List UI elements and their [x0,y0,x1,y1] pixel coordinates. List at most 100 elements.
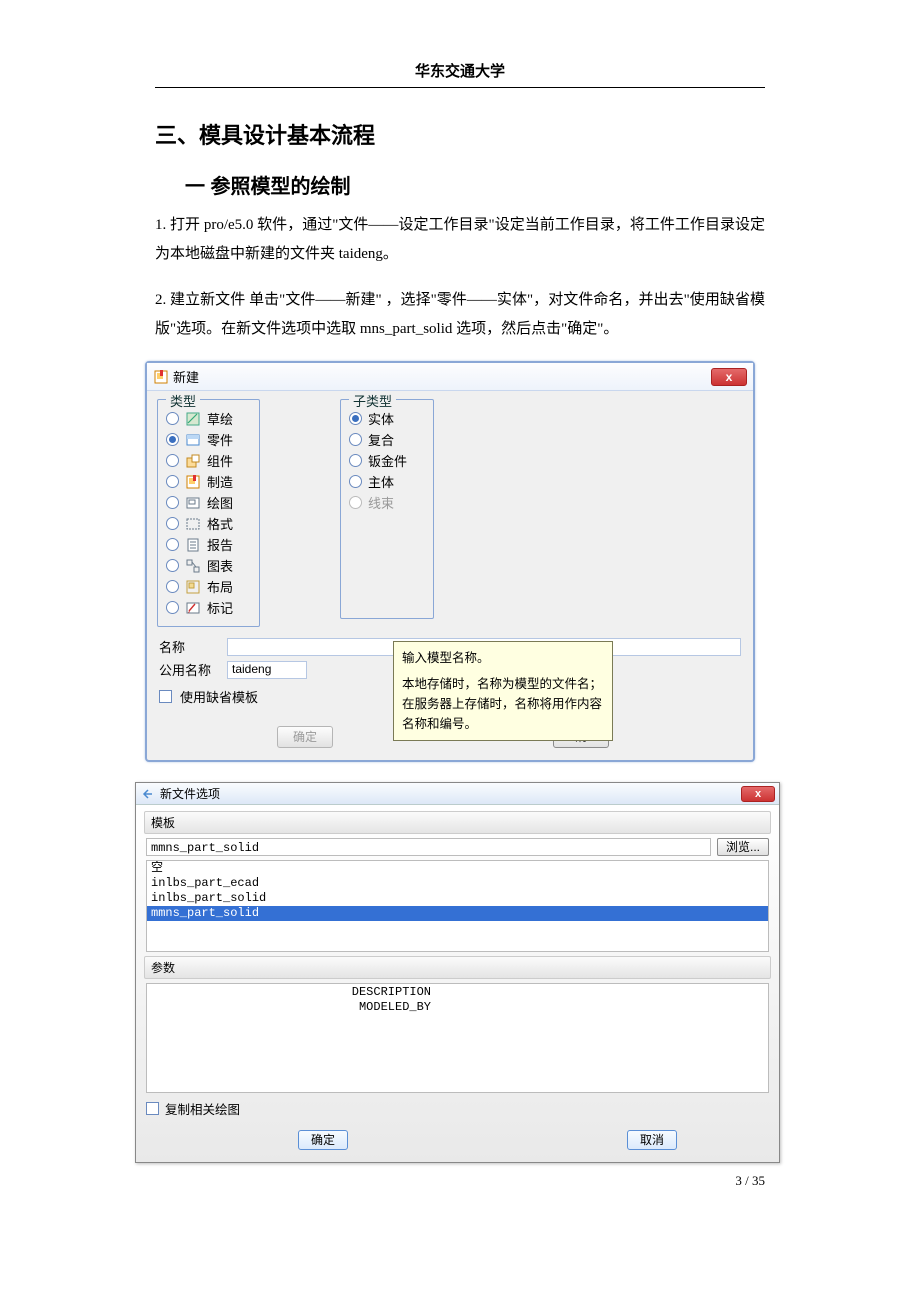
paragraph-1: 1. 打开 pro/e5.0 软件，通过"文件——设定工作目录"设定当前工作目录… [155,211,765,268]
dialog-title: 新建 [173,367,199,386]
type-option-mfg[interactable]: 制造 [166,471,233,492]
common-name-label: 公用名称 [159,660,219,679]
subtype-label: 复合 [368,430,394,449]
params-table: DESCRIPTION MODELED_BY [146,983,769,1093]
common-name-input[interactable]: taideng [227,661,307,679]
list-item[interactable]: 空 [147,861,768,876]
radio-icon [166,433,179,446]
tooltip-line: 本地存储时，名称为模型的文件名； [402,674,604,694]
subtype-option-composite[interactable]: 复合 [349,429,407,450]
type-label: 布局 [207,577,233,596]
subtype-option-sheetmetal[interactable]: 钣金件 [349,450,407,471]
type-legend: 类型 [166,391,200,410]
radio-icon [349,454,362,467]
paragraph-2: 2. 建立新文件 单击"文件——新建" ，选择"零件——实体"，对文件命名，并出… [155,286,765,343]
assembly-icon [185,453,201,469]
page-header: 华东交通大学 [155,60,765,88]
new-file-options-dialog: 新文件选项 x 模板 mmns_part_solid 浏览... 空 inlbs… [135,782,780,1163]
checkbox-icon [159,690,172,703]
param-row: MODELED_BY [147,999,768,1014]
diagram-icon [185,558,201,574]
tooltip-line: 在服务器上存储时，名称将用作内容名称和编号。 [402,694,604,734]
type-label: 零件 [207,430,233,449]
type-fieldset: 类型 草绘 零件 组件 [157,399,260,627]
close-button[interactable]: x [741,786,775,802]
app-icon [153,369,169,385]
radio-icon [349,433,362,446]
name-tooltip: 输入模型名称。 本地存储时，名称为模型的文件名； 在服务器上存储时，名称将用作内… [393,641,613,741]
subtype-option-harness: 线束 [349,492,407,513]
type-label: 报告 [207,535,233,554]
close-button[interactable]: x [711,368,747,386]
new-file-dialog: 新建 x 类型 草绘 零件 [145,361,755,762]
param-label: MODELED_BY [147,1000,437,1014]
heading-main: 三、模具设计基本流程 [155,118,765,150]
ok-button[interactable]: 确定 [298,1130,348,1150]
type-label: 格式 [207,514,233,533]
type-option-format[interactable]: 格式 [166,513,233,534]
format-icon [185,516,201,532]
browse-button[interactable]: 浏览... [717,838,769,856]
radio-icon [166,475,179,488]
return-icon [140,786,156,802]
part-icon [185,432,201,448]
type-label: 草绘 [207,409,233,428]
list-item[interactable]: mmns_part_solid [147,906,768,921]
subtype-option-body[interactable]: 主体 [349,471,407,492]
markup-icon [185,600,201,616]
subtype-fieldset: 子类型 实体 复合 钣金件 主体 [340,399,434,619]
radio-icon [166,496,179,509]
template-value-display[interactable]: mmns_part_solid [146,838,711,856]
param-row: DESCRIPTION [147,984,768,999]
list-item[interactable]: inlbs_part_solid [147,891,768,906]
radio-icon [166,517,179,530]
type-option-sketch[interactable]: 草绘 [166,408,233,429]
cancel-button[interactable]: 取消 [627,1130,677,1150]
radio-icon [166,412,179,425]
params-section-header: 参数 [144,956,771,979]
type-option-part[interactable]: 零件 [166,429,233,450]
sketch-icon [185,411,201,427]
radio-icon [349,496,362,509]
radio-icon [166,454,179,467]
heading-sub: 一 参照模型的绘制 [185,170,765,199]
radio-icon [166,559,179,572]
mfg-icon [185,474,201,490]
type-label: 制造 [207,472,233,491]
dialog-titlebar: 新文件选项 x [136,783,779,805]
copy-related-row[interactable]: 复制相关绘图 [146,1099,769,1118]
report-icon [185,537,201,553]
name-label: 名称 [159,637,219,656]
type-option-layout[interactable]: 布局 [166,576,233,597]
radio-icon [349,475,362,488]
radio-icon [166,601,179,614]
type-option-diagram[interactable]: 图表 [166,555,233,576]
type-label: 组件 [207,451,233,470]
ok-button[interactable]: 确定 [277,726,333,748]
page-number: 3 / 35 [155,1173,765,1189]
copy-related-label: 复制相关绘图 [165,1099,240,1118]
type-option-report[interactable]: 报告 [166,534,233,555]
type-option-drawing[interactable]: 绘图 [166,492,233,513]
template-list[interactable]: 空 inlbs_part_ecad inlbs_part_solid mmns_… [146,860,769,952]
type-label: 绘图 [207,493,233,512]
subtype-legend: 子类型 [349,391,396,410]
type-option-assembly[interactable]: 组件 [166,450,233,471]
subtype-option-solid[interactable]: 实体 [349,408,407,429]
type-option-markup[interactable]: 标记 [166,597,233,618]
subtype-label: 钣金件 [368,451,407,470]
type-label: 标记 [207,598,233,617]
list-item[interactable]: inlbs_part_ecad [147,876,768,891]
dialog-title: 新文件选项 [160,785,220,802]
drawing-icon [185,495,201,511]
subtype-label: 主体 [368,472,394,491]
dialog-titlebar: 新建 x [147,363,753,391]
subtype-label: 实体 [368,409,394,428]
tooltip-line: 输入模型名称。 [402,648,604,668]
radio-icon [166,538,179,551]
layout-icon [185,579,201,595]
radio-icon [349,412,362,425]
type-label: 图表 [207,556,233,575]
subtype-label: 线束 [368,493,394,512]
template-section-header: 模板 [144,811,771,834]
